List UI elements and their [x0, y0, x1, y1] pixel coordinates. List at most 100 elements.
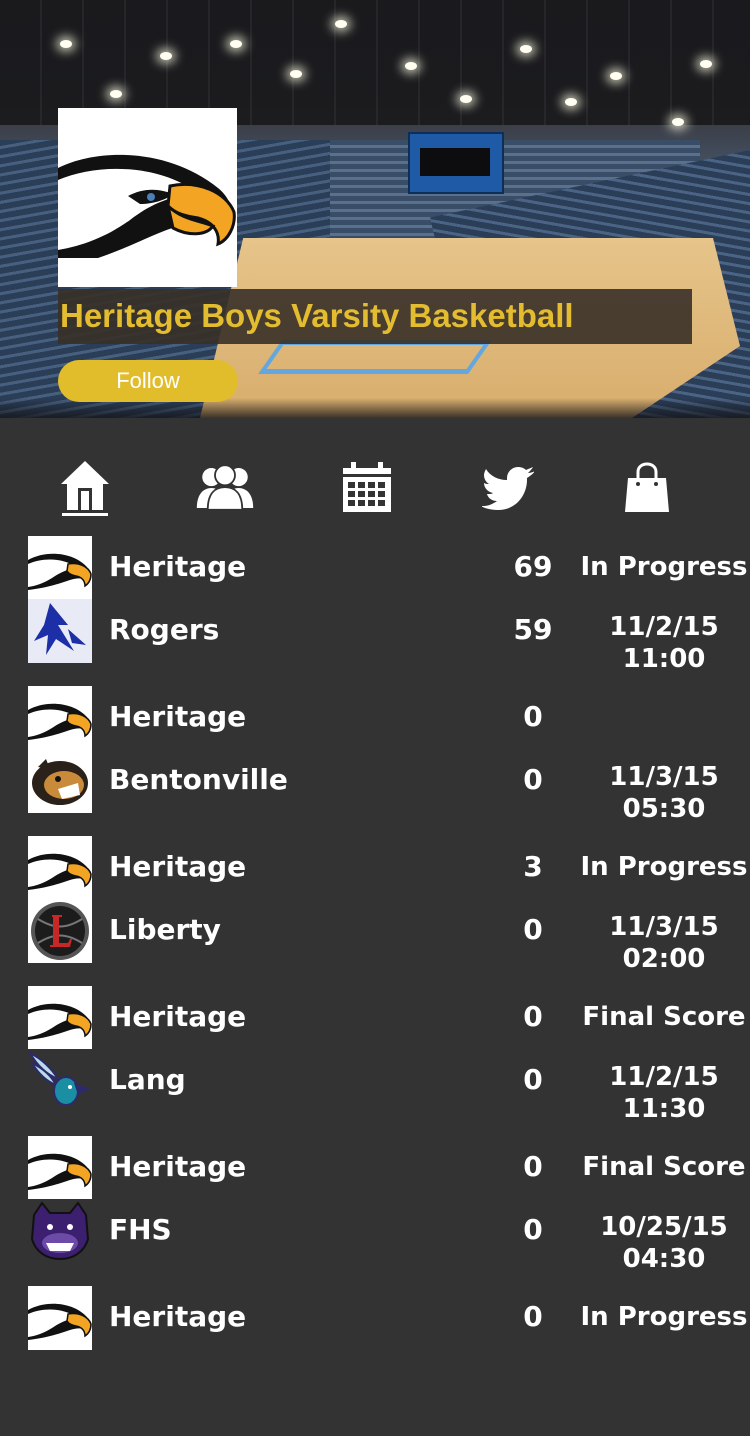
home-icon [61, 461, 109, 516]
game-row[interactable]: Heritage 69 In Progress Rogers 59 11/2/1… [0, 536, 750, 686]
home-team-name: Heritage [109, 1000, 247, 1033]
team-logo [28, 1136, 92, 1200]
game-time: 02:00 [622, 944, 706, 974]
game-date: 11/2/15 [609, 612, 719, 642]
game-time: 05:30 [622, 794, 706, 824]
home-team-row: Heritage 0 Final Score [0, 1136, 750, 1200]
home-team-row: Heritage 0 Final Score [0, 986, 750, 1050]
home-team-row: Heritage 3 In Progress [0, 836, 750, 900]
game-date: 10/25/15 [600, 1212, 728, 1242]
eagle-logo-icon [28, 853, 92, 890]
hornet-logo-icon [28, 1050, 90, 1106]
court-line [258, 340, 492, 374]
home-team-name: Heritage [109, 1150, 247, 1183]
header-banner: Heritage Boys Varsity Basketball Follow [0, 0, 750, 418]
nav-twitter[interactable] [478, 458, 538, 518]
home-team-name: Heritage [109, 700, 247, 733]
eagle-logo-icon [28, 1003, 92, 1040]
team-logo [28, 836, 92, 900]
away-team-score: 59 [513, 613, 553, 646]
nav-calendar[interactable] [337, 458, 397, 518]
home-team-score: 3 [523, 850, 543, 883]
away-team-name: FHS [109, 1213, 172, 1246]
arena-light [520, 45, 532, 53]
team-logo [28, 1049, 92, 1113]
team-logo [28, 986, 92, 1050]
game-row[interactable]: Heritage 0 In Progress [0, 1286, 750, 1436]
game-time: 11:30 [622, 1094, 706, 1124]
game-date: 11/3/15 [609, 762, 719, 792]
calendar-icon [343, 462, 391, 512]
game-row[interactable]: Heritage 0 Final Score Lang 0 11/2/15 11… [0, 986, 750, 1136]
eagle-logo-icon [28, 703, 92, 740]
game-datetime: 11/2/15 11:00 [580, 611, 748, 675]
game-date: 11/2/15 [609, 1062, 719, 1092]
home-team-name: Heritage [109, 1300, 247, 1333]
home-team-row: Heritage 0 [0, 686, 750, 750]
away-team-score: 0 [523, 763, 543, 796]
game-status: Final Score [582, 1002, 746, 1032]
home-team-name: Heritage [109, 550, 247, 583]
arena-light [160, 52, 172, 60]
home-team-name: Heritage [109, 850, 247, 883]
away-team-name: Rogers [109, 613, 220, 646]
game-status: In Progress [580, 552, 748, 582]
game-datetime: 11/2/15 11:30 [580, 1061, 748, 1125]
game-date: 11/3/15 [609, 912, 719, 942]
game-datetime: 11/3/15 05:30 [580, 761, 748, 825]
away-team-score: 0 [523, 1063, 543, 1096]
team-logo [28, 686, 92, 750]
eagle-logo-icon [28, 1153, 92, 1190]
team-logo [28, 749, 92, 813]
team-title: Heritage Boys Varsity Basketball [60, 297, 574, 334]
team-title-band: Heritage Boys Varsity Basketball [58, 289, 692, 344]
home-team-score: 69 [513, 550, 553, 583]
nav-roster[interactable] [195, 458, 255, 518]
arena-scoreboard [408, 132, 504, 194]
arena-light [610, 72, 622, 80]
nav-home[interactable] [55, 458, 115, 518]
rogers-mountie-icon [28, 599, 92, 663]
eagle-logo-icon [28, 553, 92, 590]
game-status: Final Score [582, 1152, 746, 1182]
tiger-logo-icon [32, 759, 88, 805]
arena-light [405, 62, 417, 70]
game-status: In Progress [580, 852, 748, 882]
away-team-score: 0 [523, 1213, 543, 1246]
bulldog-logo-icon [30, 1201, 90, 1261]
eagle-logo-icon [28, 1303, 92, 1340]
team-logo [58, 108, 237, 287]
away-team-name: Liberty [109, 913, 221, 946]
arena-light [700, 60, 712, 68]
game-datetime: 11/3/15 02:00 [580, 911, 748, 975]
arena-light [60, 40, 72, 48]
game-status: In Progress [580, 1302, 748, 1332]
arena-light [672, 118, 684, 126]
arena-light [110, 90, 122, 98]
game-row[interactable]: Heritage 0 Final Score FHS 0 10/25/15 04… [0, 1136, 750, 1286]
game-row[interactable]: Heritage 0 Bentonville 0 11/3/15 05:30 [0, 686, 750, 836]
arena-light [335, 20, 347, 28]
liberty-logo-icon [28, 899, 92, 963]
home-team-row: Heritage 0 In Progress [0, 1286, 750, 1350]
home-team-score: 0 [523, 700, 543, 733]
eagle-logo-icon [58, 154, 236, 258]
team-logo [28, 899, 92, 963]
games-list: Heritage 69 In Progress Rogers 59 11/2/1… [0, 536, 750, 1436]
away-team-name: Bentonville [109, 763, 288, 796]
away-team-name: Lang [109, 1063, 186, 1096]
arena-light [460, 95, 472, 103]
game-row[interactable]: Heritage 3 In Progress Liberty 0 11/3/15… [0, 836, 750, 986]
home-team-score: 0 [523, 1150, 543, 1183]
arena-light [565, 98, 577, 106]
home-team-score: 0 [523, 1000, 543, 1033]
game-datetime: 10/25/15 04:30 [580, 1211, 748, 1275]
home-team-row: Heritage 69 In Progress [0, 536, 750, 600]
arena-roof [0, 0, 750, 125]
game-time: 04:30 [622, 1244, 706, 1274]
team-logo [28, 1199, 92, 1263]
shop-bag-icon [625, 462, 669, 512]
nav-shop[interactable] [617, 458, 677, 518]
icon-nav-bar [0, 418, 750, 536]
follow-button[interactable]: Follow [58, 360, 238, 402]
